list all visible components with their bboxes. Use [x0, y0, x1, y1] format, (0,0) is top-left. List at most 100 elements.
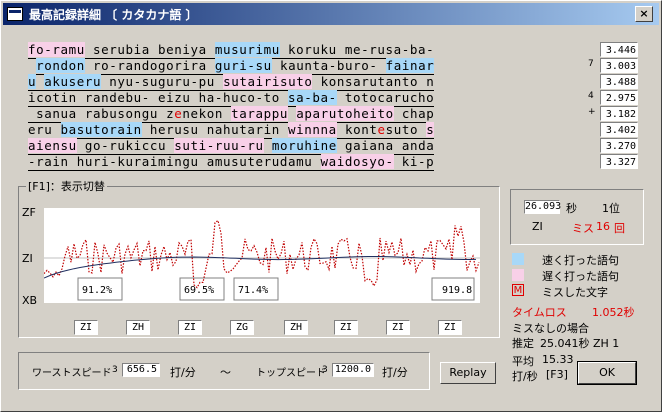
no-miss-label: ミスなしの場合 — [512, 322, 589, 335]
percent-label: 91.2% — [82, 285, 113, 296]
fast-phrase: guri-su — [214, 58, 272, 73]
text-segment: suto — [385, 122, 427, 137]
text-line: -rain huri-kuraimingu amusuterudamu waid… — [28, 154, 435, 171]
line-marker: + — [588, 107, 596, 117]
zone-label: ZI — [178, 320, 202, 335]
text-line: rondon ro-randogorira guri-su kaunta-bur… — [28, 58, 435, 75]
zone-label: ZI — [386, 320, 410, 335]
text-segment — [28, 58, 36, 73]
line-marker: 7 — [588, 59, 594, 69]
slow-phrase: waidosyo- — [320, 154, 394, 169]
text-segment: kont — [336, 122, 378, 137]
trend-line — [44, 256, 477, 279]
line-marker: 4 — [588, 91, 594, 101]
fast-phrase: sa-ba- — [288, 90, 337, 105]
zone-label: ZH — [284, 320, 308, 335]
text-segment: chap — [393, 106, 435, 121]
zone-label: ZI — [74, 320, 98, 335]
top-speed-label: トップスピード — [256, 368, 326, 379]
text-segment: sanua rabusongu z — [28, 106, 175, 121]
percent-label: 71.4% — [238, 285, 269, 296]
text-line: fo-ramu serubia beniya musurimu koruku m… — [28, 42, 435, 59]
level-value: ZI — [532, 220, 543, 233]
slow-phrase: suti-ruu-ru — [174, 138, 264, 153]
time-unit: 秒 — [566, 202, 577, 215]
zone-label: ZH — [126, 320, 150, 335]
text-segment: koruku me-rusa-ba- — [279, 42, 435, 57]
line-time-field: 3.402 — [600, 122, 638, 137]
zone-label: ZI — [438, 320, 462, 335]
average-unit: 打/秒 — [512, 370, 538, 383]
worst-speed-unit: 打/分 — [170, 366, 196, 379]
slow-phrase: aparutoheito — [296, 106, 394, 121]
fast-phrase: rondon — [36, 58, 85, 73]
text-segment: ro-randogorira — [84, 58, 215, 73]
text-segment: konsarutanto n — [312, 74, 435, 89]
slow-legend-swatch — [512, 269, 524, 281]
graph-title[interactable]: [F1]：表示切替 — [26, 178, 107, 194]
slow-phrase: s — [426, 122, 435, 137]
text-segment: nyu-suguru-pu — [101, 74, 224, 89]
line-time-field: 2.975 — [600, 90, 638, 105]
slow-phrase: aiensu — [28, 138, 77, 153]
zone-label: ZI — [334, 320, 358, 335]
line-time-field: 3.488 — [600, 74, 638, 89]
line-time-field: 3.270 — [600, 138, 638, 153]
window-title: 最高記録詳細 〔 カタカナ語 〕 — [29, 8, 198, 22]
slow-phrase: sutairisuto — [223, 74, 313, 89]
text-segment: go-rukiccu — [76, 138, 175, 153]
text-segment: herusu nahutarin — [141, 122, 289, 137]
fast-legend-swatch — [512, 253, 524, 265]
fast-phrase: moruhine — [271, 138, 337, 153]
average-value: 15.33 — [542, 353, 574, 366]
text-segment: ki-p — [393, 154, 435, 169]
text-line: sanua rabusongu zenekon tarappu aparutoh… — [28, 106, 435, 123]
text-segment: serubia beniya — [84, 42, 215, 57]
miss-legend-label: ミスした文字 — [542, 286, 608, 299]
slow-phrase: winnna — [288, 122, 337, 137]
text-segment: eru — [28, 122, 61, 137]
y-label-bottom: XB — [22, 294, 38, 307]
tilde: 〜 — [220, 366, 231, 379]
slow-phrase: tarappu — [231, 106, 289, 121]
fast-phrase: musurimu — [214, 42, 280, 57]
line-time-field: 3.182 — [600, 106, 638, 121]
fast-legend-label: 速く打った語句 — [542, 254, 619, 267]
segment-boxes — [77, 277, 475, 301]
miss-label: ミス — [572, 222, 594, 235]
rank-value: 1位 — [602, 202, 620, 215]
text-line: icotin randebu- eizu ha-huco-to sa-ba- t… — [28, 90, 435, 107]
ok-button[interactable]: OK — [577, 361, 637, 385]
text-segment: gaiana anda — [336, 138, 435, 153]
top-speed-marker: 3 — [322, 365, 328, 375]
slow-phrase: fo-ramu — [28, 42, 85, 57]
percent-label: 69.5% — [184, 285, 215, 296]
replay-button[interactable]: Replay — [440, 362, 496, 384]
worst-speed-field: 656.5 — [122, 363, 160, 377]
text-segment: totocarucho — [336, 90, 435, 105]
fast-phrase: basutorain — [60, 122, 142, 137]
estimate-value: 25.041秒 ZH 1 — [540, 337, 620, 350]
fast-phrase: akuseru — [44, 74, 102, 89]
line-time-field: 3.446 — [600, 42, 638, 57]
miss-char: e — [377, 122, 386, 137]
time-loss-value: 1.052秒 — [592, 306, 635, 319]
text-segment: nekon — [182, 106, 232, 121]
estimate-label: 推定 — [512, 337, 534, 350]
worst-speed-marker: 3 — [112, 365, 118, 375]
percent-label: 919.8 — [442, 285, 473, 296]
y-label-mid: ZI — [22, 252, 33, 265]
text-segment — [288, 106, 296, 121]
top-speed-unit: 打/分 — [382, 366, 408, 379]
close-button[interactable]: × — [635, 6, 653, 22]
text-segment: kaunta-buro- — [271, 58, 386, 73]
worst-speed-label: ワーストスピード — [32, 368, 112, 379]
app-icon — [7, 7, 23, 21]
top-speed-field: 1200.0 — [332, 363, 374, 377]
text-segment: icotin randebu- eizu ha-huco-to — [28, 90, 289, 105]
text-line: u akuseru nyu-suguru-pu sutairisuto kons… — [28, 74, 435, 91]
result-group — [510, 189, 644, 245]
fast-phrase: u — [28, 74, 37, 89]
title-bar: 最高記録詳細 〔 カタカナ語 〕 × — [3, 3, 659, 25]
total-time-field: 26.093 — [524, 200, 562, 214]
